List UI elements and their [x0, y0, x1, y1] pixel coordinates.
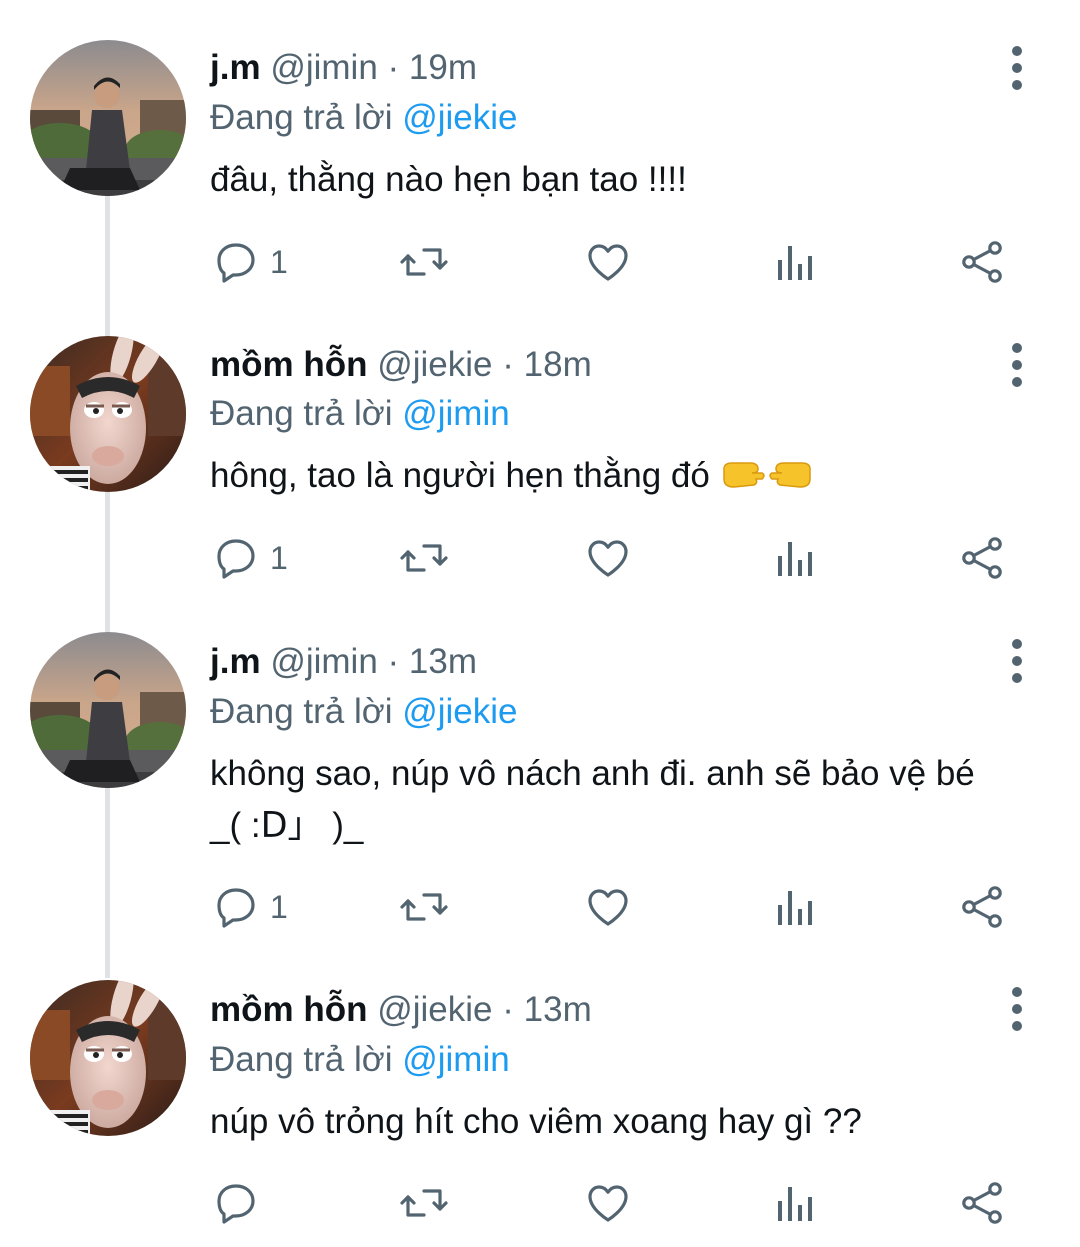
tweet-header: mồm hỗn @jiekie · 13m	[210, 990, 592, 1030]
replying-to: Đang trả lời @jimin	[210, 1040, 510, 1080]
display-name[interactable]: mồm hỗn	[210, 990, 367, 1029]
heart-icon	[588, 1185, 628, 1222]
timestamp[interactable]: 13m	[524, 990, 592, 1029]
user-handle[interactable]: @jiekie	[377, 990, 492, 1029]
retweet-icon	[400, 1189, 448, 1217]
replying-to-label: Đang trả lời	[210, 1040, 393, 1079]
views-button[interactable]	[772, 1175, 820, 1231]
retweet-button[interactable]	[398, 1175, 450, 1231]
share-button[interactable]	[958, 1175, 1006, 1231]
separator-dot: ·	[502, 990, 514, 1029]
reply-button[interactable]	[212, 1175, 270, 1231]
tweet-text-line: núp vô trỏng hít cho viêm xoang hay gì ?…	[210, 1102, 862, 1141]
tweet-4[interactable]: mồm hỗn @jiekie · 13m Đang trả lời @jimi…	[0, 0, 1080, 1247]
replying-to-handle[interactable]: @jimin	[402, 1040, 509, 1079]
avatar-rabbid[interactable]	[30, 980, 186, 1136]
share-icon	[962, 1182, 1002, 1224]
tweet-text: núp vô trỏng hít cho viêm xoang hay gì ?…	[210, 1096, 1040, 1148]
reply-bubble-icon	[217, 1184, 255, 1224]
more-vertical-icon[interactable]	[995, 984, 1039, 1034]
like-button[interactable]	[584, 1175, 632, 1231]
analytics-icon	[778, 1187, 812, 1221]
